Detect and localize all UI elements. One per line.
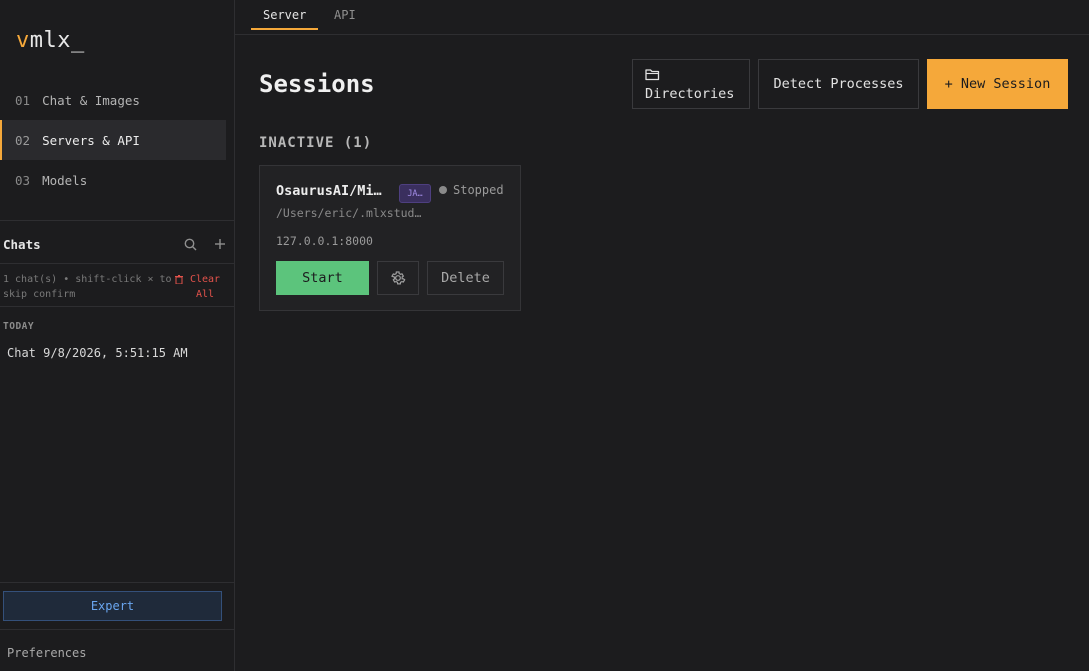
nav-item-number: 03 [15,172,31,188]
folder-icon [645,68,749,84]
active-tab-indicator [251,28,318,30]
sidebar-divider [0,629,235,630]
start-button[interactable]: Start [276,261,369,295]
status-badge: Stopped [439,183,504,197]
chat-list-item[interactable]: Chat 9/8/2026, 5:51:15 AM [7,346,188,360]
nav-item-models[interactable]: 03 Models [0,160,226,200]
chats-meta: 1 chat(s) • shift-click × to skip confir… [3,272,231,302]
sidebar: vmlx_ 01 Chat & Images 02 Servers & API … [0,0,235,671]
delete-button[interactable]: Delete [427,261,504,295]
sidebar-divider [0,306,235,307]
sidebar-divider [0,263,235,264]
chats-hint: 1 chat(s) • shift-click × to skip confir… [3,274,172,300]
plus-icon[interactable] [212,236,228,252]
new-session-button[interactable]: + New Session [927,59,1068,109]
session-path: /Users/eric/.mlxstud… [276,206,422,220]
preferences-link[interactable]: Preferences [7,646,86,660]
sidebar-divider [0,582,235,583]
nav-item-servers-api[interactable]: 02 Servers & API [0,120,226,160]
search-icon[interactable] [182,236,198,252]
app-window: vmlx_ 01 Chat & Images 02 Servers & API … [0,0,1089,671]
nav-item-number: 01 [15,92,31,108]
sidebar-divider [0,220,235,221]
clear-all-button[interactable]: Clear All [175,272,222,302]
status-label: Stopped [453,183,504,197]
detect-processes-button[interactable]: Detect Processes [758,59,919,109]
nav-item-label: Servers & API [42,132,140,148]
nav-item-chat-images[interactable]: 01 Chat & Images [0,80,226,120]
app-logo: vmlx_ [16,28,85,53]
chats-header: Chats [3,232,228,256]
chats-section-label: TODAY [3,321,35,332]
tab-server[interactable]: Server [263,8,306,28]
gear-icon [391,271,406,285]
session-name: OsaurusAI/Mi… [276,183,382,199]
main-nav: 01 Chat & Images 02 Servers & API 03 Mod… [0,80,226,200]
expert-mode-button[interactable]: Expert [3,591,222,621]
session-host: 127.0.0.1:8000 [276,234,373,248]
tab-bar: Server API [235,0,1089,35]
nav-item-label: Models [42,172,88,188]
model-type-badge: JA… [399,184,431,203]
section-heading-inactive: INACTIVE (1) [259,135,373,151]
directories-button[interactable]: Directories [632,59,750,109]
page-title: Sessions [259,70,375,98]
tab-api[interactable]: API [334,8,356,28]
nav-item-number: 02 [15,132,31,148]
status-dot-icon [439,186,447,194]
clear-all-label: Clear All [189,274,221,300]
main-content: Server API Sessions Directories Detect P… [235,0,1089,671]
nav-item-label: Chat & Images [42,92,140,108]
directories-label: Directories [645,86,735,102]
settings-button[interactable] [377,261,419,295]
chats-title: Chats [3,236,41,252]
session-card: OsaurusAI/Mi… JA… Stopped /Users/eric/.m… [259,165,521,311]
trash-icon [175,275,183,284]
